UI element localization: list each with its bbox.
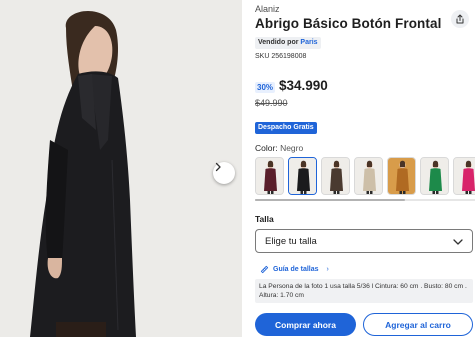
product-info-panel: Alaniz Abrigo Básico Botón Frontal Vendi… [255, 0, 475, 337]
color-swatch-brown[interactable] [321, 157, 350, 195]
color-label: Color: Negro [255, 143, 303, 153]
color-swatch-pink[interactable] [453, 157, 475, 195]
model-size-info: La Persona de la foto 1 usa talla 5/36 l… [255, 279, 473, 303]
product-photo-model [0, 0, 242, 337]
swatch-thumbnail [421, 158, 448, 194]
free-shipping-badge: Despacho Gratis [255, 122, 317, 134]
swatch-thumbnail [322, 158, 349, 194]
swatch-thumbnail [256, 158, 283, 194]
swatch-thumbnail [355, 158, 382, 194]
current-price: $34.990 [279, 78, 328, 93]
seller-link[interactable]: Paris [300, 39, 317, 46]
swatch-scrollbar[interactable] [255, 199, 475, 201]
color-swatch-black[interactable] [288, 157, 317, 195]
size-guide-label[interactable]: Guía de tallas [273, 266, 319, 273]
chevron-down-icon [453, 239, 463, 245]
product-sku: SKU 256198008 [255, 53, 307, 60]
color-label-prefix: Color: [255, 143, 278, 153]
color-swatch-green[interactable] [420, 157, 449, 195]
color-swatch-camel[interactable] [387, 157, 416, 195]
swatch-thumbnail [388, 158, 415, 194]
share-icon [456, 14, 464, 24]
swatch-scrollbar-thumb[interactable] [255, 199, 405, 201]
size-label: Talla [255, 214, 274, 224]
gallery-next-button[interactable] [213, 162, 235, 184]
color-swatch-beige[interactable] [354, 157, 383, 195]
size-guide-link[interactable]: Guía de tallas › [260, 265, 329, 274]
selected-color: Negro [280, 143, 304, 153]
color-swatch-burgundy[interactable] [255, 157, 284, 195]
ruler-icon [260, 265, 269, 274]
product-title: Abrigo Básico Botón Frontal [255, 16, 442, 31]
swatch-thumbnail [289, 158, 316, 194]
product-image-gallery [0, 0, 242, 337]
add-to-cart-button[interactable]: Agregar al carro [363, 313, 473, 336]
swatch-thumbnail [454, 158, 475, 194]
product-brand[interactable]: Alaniz [255, 4, 280, 14]
chevron-right-icon [215, 162, 221, 172]
size-select-placeholder: Elige tu talla [265, 236, 317, 247]
size-guide-arrow: › [326, 266, 329, 273]
discount-badge: 30% [255, 82, 276, 93]
sold-by-prefix: Vendido por [258, 39, 299, 46]
sold-by-badge: Vendido por Paris [255, 37, 321, 49]
color-swatch-list [255, 157, 475, 195]
share-button[interactable] [451, 10, 469, 28]
original-price: $49.990 [255, 98, 288, 108]
buy-now-button[interactable]: Comprar ahora [255, 313, 356, 336]
size-select[interactable]: Elige tu talla [255, 229, 473, 253]
